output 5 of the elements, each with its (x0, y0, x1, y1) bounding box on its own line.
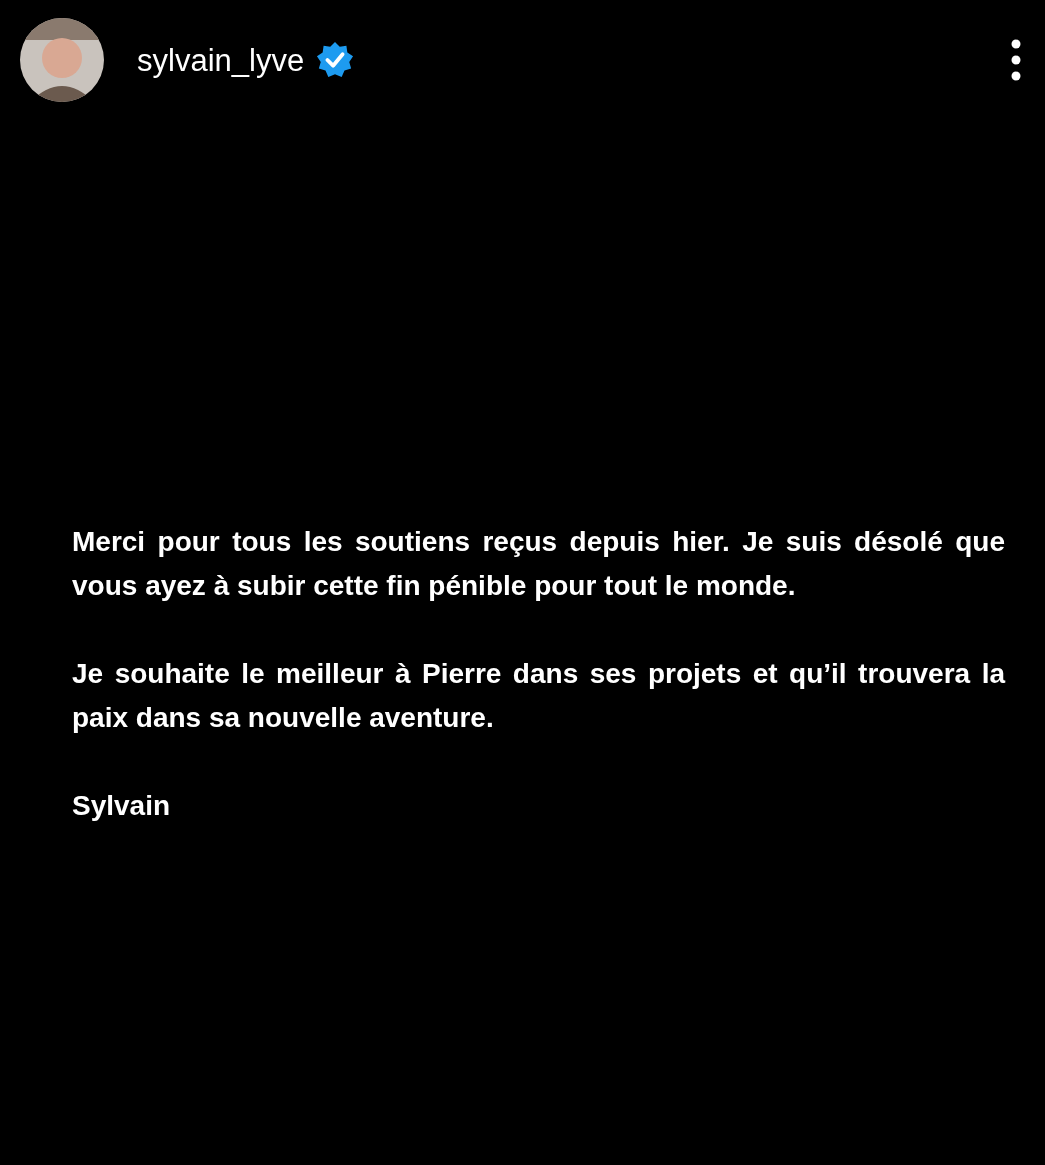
post-paragraph: Sylvain (72, 789, 172, 823)
more-options-icon[interactable] (1009, 39, 1023, 81)
post-paragraph: Je souhaite le meilleur à Pierre dans ses projets et qu’il trouvera la paix dans sa nouvelle aventure. (72, 657, 1005, 735)
post-paragraph: Merci pour tous les soutiens reçus depuis hier. Je suis désolé que vous ayez à subir cette fin pénible pour tout le monde. (72, 525, 1005, 603)
username[interactable]: sylvain_lyve (137, 44, 305, 76)
